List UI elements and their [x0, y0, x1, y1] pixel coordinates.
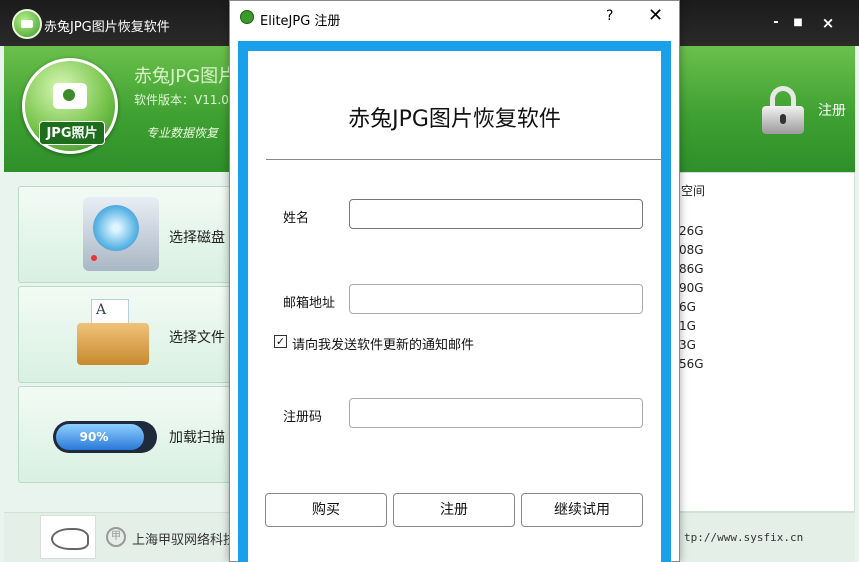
lock-icon[interactable]	[762, 86, 804, 134]
sidebar-item-select-file[interactable]: 选择文件	[18, 286, 250, 383]
dialog-body: 赤兔JPG图片恢复软件 姓名 邮箱地址 ✓ 请向我发送软件更新的通知邮件 注册码…	[248, 51, 662, 562]
registration-code-field[interactable]	[349, 398, 643, 428]
sidebar-item-load-scan[interactable]: 90% 加载扫描	[18, 386, 250, 483]
dialog-heading: 赤兔JPG图片恢复软件	[348, 107, 561, 132]
code-label: 注册码	[283, 410, 323, 425]
website-link[interactable]: tp://www.sysfix.cn	[684, 531, 803, 544]
disk-icon	[83, 197, 159, 271]
continue-trial-button[interactable]: 继续试用	[521, 493, 643, 527]
list-item: 6G	[679, 300, 696, 314]
folder-icon	[77, 299, 149, 365]
app-icon	[12, 9, 42, 39]
progress-text: 90%	[79, 430, 109, 444]
dialog-titlebar: EliteJPG 注册 ? ✕	[230, 1, 679, 34]
sidebar-item-label: 选择磁盘	[169, 230, 225, 246]
checkbox-label: 请向我发送软件更新的通知邮件	[292, 338, 475, 353]
list-item: 3G	[679, 338, 696, 352]
app-title: 赤兔JPG图片恢复软件	[44, 20, 170, 35]
dialog-frame: 赤兔JPG图片恢复软件 姓名 邮箱地址 ✓ 请向我发送软件更新的通知邮件 注册码…	[238, 41, 671, 562]
name-field[interactable]	[349, 199, 643, 229]
list-item: 90G	[679, 281, 704, 295]
slogan: 专业数据恢复	[146, 126, 219, 140]
company-logo	[40, 515, 96, 559]
list-item: 56G	[679, 357, 704, 371]
sidebar-item-label: 选择文件	[169, 330, 225, 346]
email-field[interactable]	[349, 284, 643, 314]
name-label: 姓名	[283, 211, 310, 226]
dialog-title: EliteJPG 注册	[260, 14, 341, 29]
update-notify-checkbox[interactable]: ✓	[274, 335, 287, 348]
column-header-space: 空间	[681, 184, 706, 198]
dialog-app-icon	[240, 10, 254, 24]
register-button[interactable]: 注册	[393, 493, 515, 527]
minimize-button[interactable]: -	[768, 15, 784, 31]
list-item: 26G	[679, 224, 704, 238]
buy-button[interactable]: 购买	[265, 493, 387, 527]
list-item: 08G	[679, 243, 704, 257]
list-item: 1G	[679, 319, 696, 333]
divider	[266, 159, 662, 160]
progress-icon: 90%	[53, 421, 157, 453]
disk-list-panel[interactable]: 空间 26G 08G 86G 90G 6G 1G 3G 56G	[678, 172, 855, 512]
dialog-close-button[interactable]: ✕	[648, 5, 663, 26]
company-icon: 甲	[106, 527, 126, 547]
camera-icon	[53, 83, 87, 109]
company-name: 上海甲驭网络科技	[132, 533, 237, 548]
register-dialog: EliteJPG 注册 ? ✕ 赤兔JPG图片恢复软件 姓名 邮箱地址 ✓ 请向…	[229, 0, 680, 562]
logo-label: JPG照片	[39, 121, 105, 145]
sidebar-item-label: 加载扫描	[169, 430, 225, 446]
sidebar-item-select-disk[interactable]: 选择磁盘	[18, 186, 250, 283]
header-register-link[interactable]: 注册	[818, 100, 846, 120]
app-logo: JPG照片	[22, 58, 118, 154]
header-title: 赤兔JPG图片	[134, 66, 237, 87]
version-text: 软件版本：V11.0	[134, 93, 229, 107]
close-button[interactable]: ×	[820, 15, 836, 31]
maximize-button[interactable]: ■	[790, 15, 806, 31]
help-button[interactable]: ?	[606, 8, 613, 24]
email-label: 邮箱地址	[283, 296, 336, 311]
list-item: 86G	[679, 262, 704, 276]
